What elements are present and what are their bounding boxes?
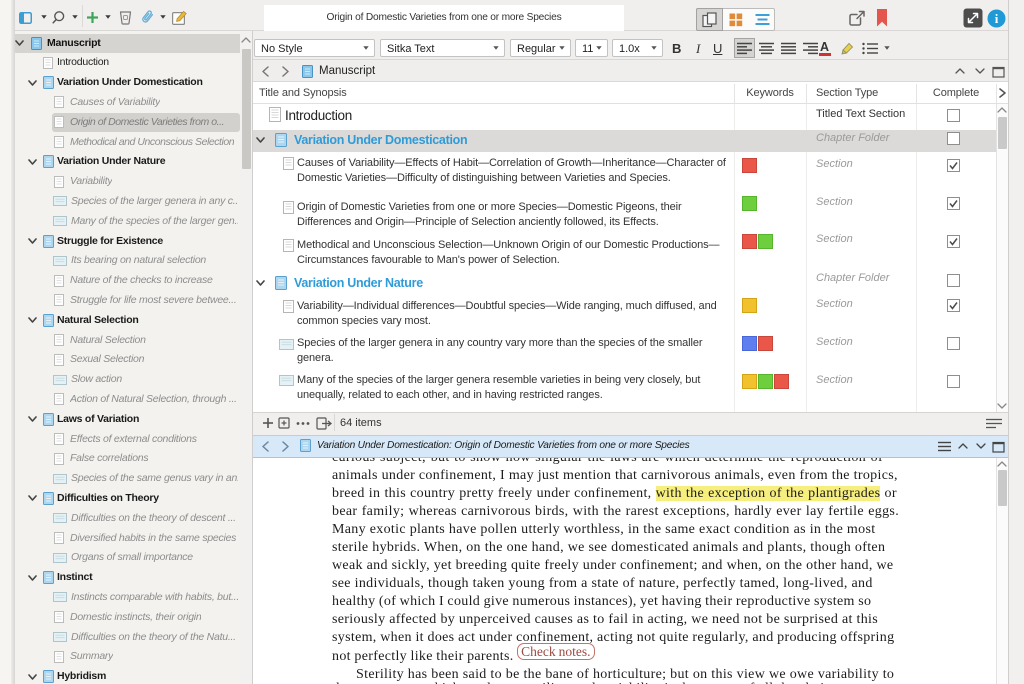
svg-text:i: i	[995, 11, 999, 26]
